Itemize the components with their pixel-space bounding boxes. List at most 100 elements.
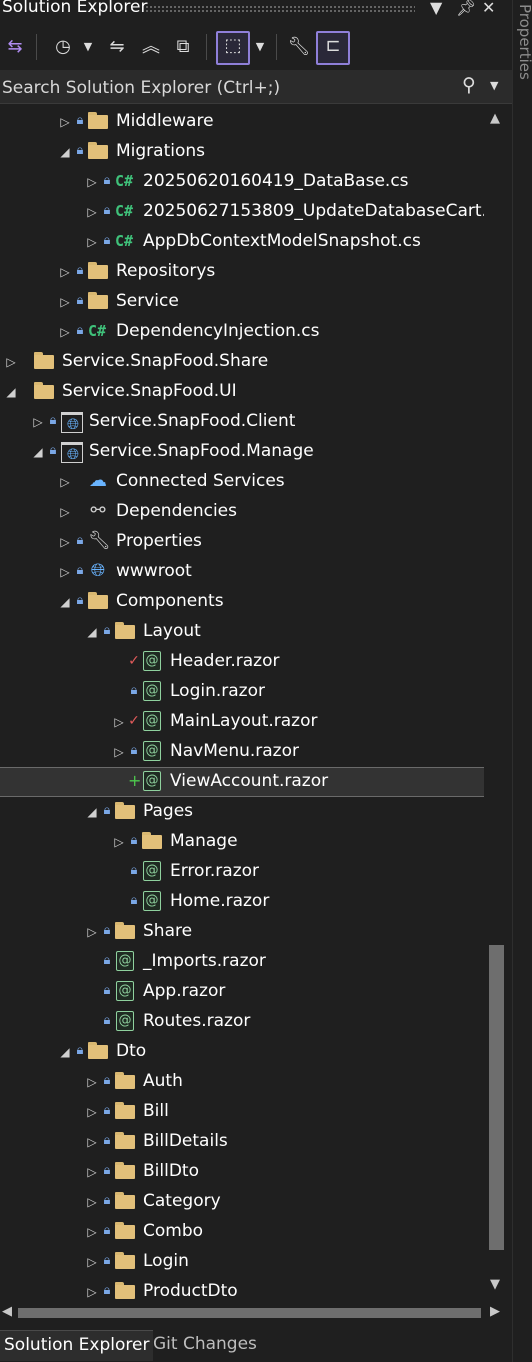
collapse-all-icon[interactable]: ︽ — [138, 34, 164, 60]
scroll-down-icon[interactable]: ▼ — [490, 1277, 500, 1292]
tree-item-bill[interactable]: ▷ 🔒︎ Bill — [0, 1097, 484, 1127]
sync-active-document-icon[interactable]: ⇋ — [104, 34, 130, 60]
tree-item-layout[interactable]: ◢ 🔒︎ Layout — [0, 617, 484, 647]
chevron-expanded-icon[interactable]: ◢ — [58, 594, 72, 610]
tree-item-dto[interactable]: ◢ 🔒︎ Dto — [0, 1037, 484, 1067]
tree-item-service-snapfood-manage[interactable]: ◢ 🔒︎ 🌐︎ Service.SnapFood.Manage — [0, 437, 484, 467]
tree-item-repositorys[interactable]: ▷ 🔒︎ Repositorys — [0, 257, 484, 287]
tree-item-share[interactable]: ▷ 🔒︎ Share — [0, 917, 484, 947]
chevron-collapsed-icon[interactable]: ▷ — [85, 924, 99, 940]
chevron-expanded-icon[interactable]: ◢ — [58, 144, 72, 160]
tree-item-properties[interactable]: ▷ 🔒︎ 🔧︎ Properties — [0, 527, 484, 557]
chevron-expanded-icon[interactable]: ◢ — [85, 804, 99, 820]
tree-item-service[interactable]: ▷ 🔒︎ Service — [0, 287, 484, 317]
tree-item-dependencyinjection-cs[interactable]: ▷ 🔒︎ C# DependencyInjection.cs — [0, 317, 484, 347]
chevron-expanded-icon[interactable]: ◢ — [4, 384, 18, 400]
chevron-collapsed-icon[interactable]: ▷ — [85, 1194, 99, 1210]
tree-item-navmenu-razor[interactable]: ▷ 🔒︎ @ NavMenu.razor — [0, 737, 484, 767]
tree-item-dependencies[interactable]: ▷ ⚯ Dependencies — [0, 497, 484, 527]
tree-item-imports-razor[interactable]: 🔒︎ @ _Imports.razor — [0, 947, 484, 977]
close-icon[interactable]: ✕ — [482, 0, 495, 17]
chevron-collapsed-icon[interactable]: ▷ — [58, 264, 72, 280]
chevron-collapsed-icon[interactable]: ▷ — [112, 834, 126, 850]
chevron-collapsed-icon[interactable]: ▷ — [4, 354, 18, 370]
search-icon[interactable]: ⚲ — [462, 74, 476, 96]
chevron-expanded-icon[interactable]: ◢ — [85, 624, 99, 640]
tree-item-service-snapfood-client[interactable]: ▷ 🔒︎ 🌐︎ Service.SnapFood.Client — [0, 407, 484, 437]
chevron-collapsed-icon[interactable]: ▷ — [112, 714, 126, 730]
properties-wrench-icon[interactable]: 🔧︎ — [286, 34, 312, 60]
filter-dropdown-icon[interactable]: ▼ — [80, 34, 96, 60]
chevron-collapsed-icon[interactable]: ▷ — [85, 1164, 99, 1180]
show-all-files-icon[interactable]: ⧉ — [170, 34, 196, 60]
chevron-collapsed-icon[interactable]: ▷ — [58, 504, 72, 520]
chevron-collapsed-icon[interactable]: ▷ — [85, 1284, 99, 1300]
scroll-right-icon[interactable]: ▶ — [490, 1304, 500, 1319]
tree-item-manage[interactable]: ▷ 🔒︎ Manage — [0, 827, 484, 857]
tree-item-service-snapfood-share[interactable]: ▷ Service.SnapFood.Share — [0, 347, 484, 377]
vertical-scroll-thumb[interactable] — [489, 945, 504, 1250]
chevron-collapsed-icon[interactable]: ▷ — [112, 744, 126, 760]
tree-item-wwwroot[interactable]: ▷ 🔒︎ 🌐︎ wwwroot — [0, 557, 484, 587]
horizontal-scroll-thumb[interactable] — [18, 1308, 481, 1318]
tree-item-routes-razor[interactable]: 🔒︎ @ Routes.razor — [0, 1007, 484, 1037]
tree-item-login-razor[interactable]: 🔒︎ @ Login.razor — [0, 677, 484, 707]
chevron-collapsed-icon[interactable]: ▷ — [85, 1254, 99, 1270]
tree-item-auth[interactable]: ▷ 🔒︎ Auth — [0, 1067, 484, 1097]
search-options-dropdown-icon[interactable]: ▼ — [490, 79, 498, 92]
view-dropdown-icon[interactable]: ▼ — [252, 34, 268, 60]
chevron-collapsed-icon[interactable]: ▷ — [58, 114, 72, 130]
tree-item-error-razor[interactable]: 🔒︎ @ Error.razor — [0, 857, 484, 887]
tree-item-mainlayout-razor[interactable]: ▷ ✓ @ MainLayout.razor — [0, 707, 484, 737]
tab-solution-explorer[interactable]: Solution Explorer — [0, 1330, 154, 1361]
preview-selected-items-icon[interactable]: ⊏ — [316, 31, 350, 65]
pin-icon[interactable]: 📌︎ — [456, 0, 476, 17]
chevron-collapsed-icon[interactable]: ▷ — [85, 1104, 99, 1120]
tree-item-components[interactable]: ◢ 🔒︎ Components — [0, 587, 484, 617]
chevron-collapsed-icon[interactable]: ▷ — [58, 294, 72, 310]
chevron-expanded-icon[interactable]: ◢ — [58, 1044, 72, 1060]
tree-item-service-snapfood-ui[interactable]: ◢ Service.SnapFood.UI — [0, 377, 484, 407]
chevron-collapsed-icon[interactable]: ▷ — [85, 1134, 99, 1150]
tab-git-changes[interactable]: Git Changes — [149, 1330, 261, 1360]
tree-item-pages[interactable]: ◢ 🔒︎ Pages — [0, 797, 484, 827]
chevron-expanded-icon[interactable]: ◢ — [31, 444, 45, 460]
tree-item-viewaccount-razor[interactable]: + @ ViewAccount.razor — [0, 767, 484, 797]
tree-item-home-razor[interactable]: 🔒︎ @ Home.razor — [0, 887, 484, 917]
chevron-collapsed-icon[interactable]: ▷ — [85, 174, 99, 190]
scroll-up-icon[interactable]: ▲ — [490, 111, 500, 126]
horizontal-scrollbar[interactable]: ◀ ▶ — [0, 1302, 508, 1324]
tree-item-connected-services[interactable]: ▷ ☁ Connected Services — [0, 467, 484, 497]
tree-item-app-razor[interactable]: 🔒︎ @ App.razor — [0, 977, 484, 1007]
chevron-collapsed-icon[interactable]: ▷ — [85, 1074, 99, 1090]
tree-item-migrations[interactable]: ◢ 🔒︎ Migrations — [0, 137, 484, 167]
tree-item-appdbcontextmodelsnapshot-cs[interactable]: ▷ 🔒︎ C# AppDbContextModelSnapshot.cs — [0, 227, 484, 257]
chevron-collapsed-icon[interactable]: ▷ — [85, 234, 99, 250]
vertical-scrollbar[interactable]: ▲ ▼ — [486, 107, 508, 1302]
chevron-collapsed-icon[interactable]: ▷ — [85, 204, 99, 220]
window-position-dropdown-icon[interactable]: ▼ — [430, 0, 442, 17]
folder-icon — [88, 291, 108, 311]
tree-item-combo[interactable]: ▷ 🔒︎ Combo — [0, 1217, 484, 1247]
class-view-toggle-icon[interactable]: ⬚ — [216, 31, 250, 65]
switch-views-icon[interactable]: ⇆ — [2, 34, 28, 60]
tree-item-billdetails[interactable]: ▷ 🔒︎ BillDetails — [0, 1127, 484, 1157]
tree-item-header-razor[interactable]: ✓ @ Header.razor — [0, 647, 484, 677]
search-input[interactable] — [0, 70, 454, 105]
chevron-collapsed-icon[interactable]: ▷ — [31, 414, 45, 430]
tree-item-category[interactable]: ▷ 🔒︎ Category — [0, 1187, 484, 1217]
tree-item-20250627153809-updatedatabasecart-cs[interactable]: ▷ 🔒︎ C# 20250627153809_UpdateDatabaseCart.c… — [0, 197, 484, 227]
tree-item-middleware[interactable]: ▷ 🔒︎ Middleware — [0, 107, 484, 137]
chevron-collapsed-icon[interactable]: ▷ — [58, 324, 72, 340]
tree-item-20250620160419-database-cs[interactable]: ▷ 🔒︎ C# 20250620160419_DataBase.cs — [0, 167, 484, 197]
chevron-collapsed-icon[interactable]: ▷ — [58, 564, 72, 580]
properties-side-tab[interactable]: Properties — [512, 0, 532, 1362]
pending-changes-filter-icon[interactable]: ◷ — [50, 34, 76, 60]
tree-item-login[interactable]: ▷ 🔒︎ Login — [0, 1247, 484, 1277]
chevron-collapsed-icon[interactable]: ▷ — [85, 1224, 99, 1240]
drag-grip[interactable] — [145, 5, 415, 13]
tree-item-billdto[interactable]: ▷ 🔒︎ BillDto — [0, 1157, 484, 1187]
chevron-collapsed-icon[interactable]: ▷ — [58, 534, 72, 550]
chevron-collapsed-icon[interactable]: ▷ — [58, 474, 72, 490]
scroll-left-icon[interactable]: ◀ — [2, 1304, 12, 1319]
